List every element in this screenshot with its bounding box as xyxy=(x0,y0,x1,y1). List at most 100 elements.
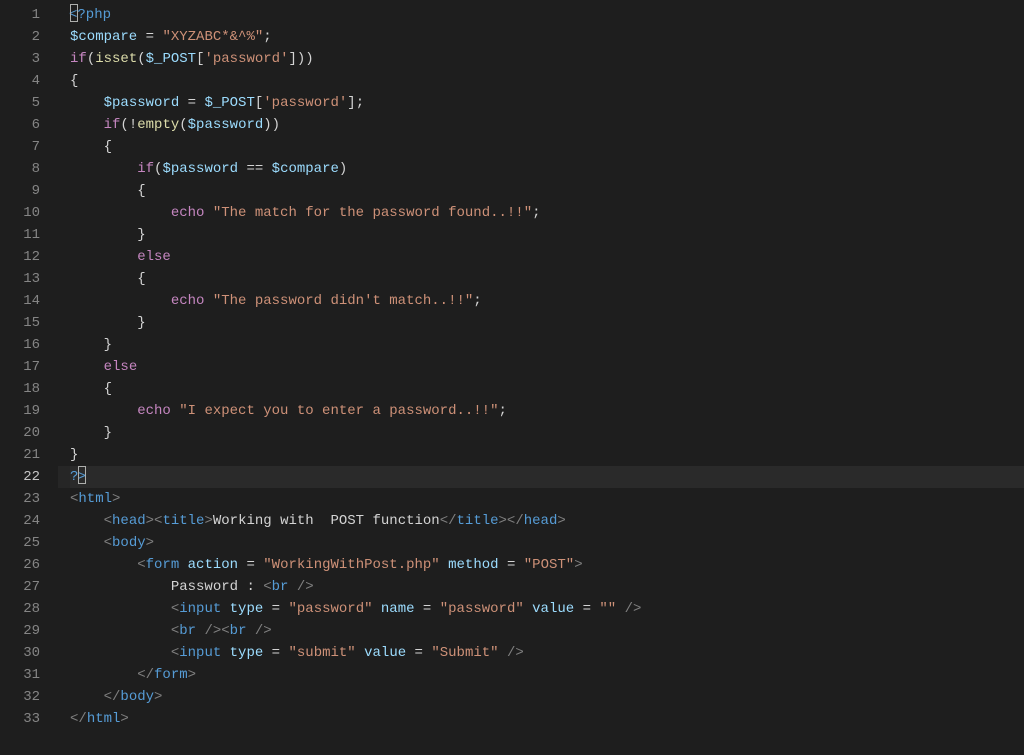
code-line[interactable]: </form> xyxy=(70,664,1024,686)
code-token: "The password didn't match..!!" xyxy=(213,293,473,309)
code-line[interactable]: <head><title>Working with POST function<… xyxy=(70,510,1024,532)
code-token xyxy=(179,557,187,573)
code-token: action xyxy=(188,557,238,573)
code-token: ?php xyxy=(77,7,111,23)
code-line[interactable]: } xyxy=(70,312,1024,334)
code-token: br xyxy=(230,623,247,639)
code-token: $password xyxy=(162,161,238,177)
code-line[interactable]: { xyxy=(70,180,1024,202)
code-token xyxy=(204,293,212,309)
code-token: "WorkingWithPost.php" xyxy=(263,557,439,573)
line-number: 4 xyxy=(0,70,40,92)
code-token: head xyxy=(112,513,146,529)
code-line[interactable]: <html> xyxy=(70,488,1024,510)
line-number: 20 xyxy=(0,422,40,444)
code-line[interactable]: echo "I expect you to enter a password..… xyxy=(70,400,1024,422)
code-line[interactable]: { xyxy=(70,268,1024,290)
code-token: { xyxy=(70,73,78,89)
line-number: 12 xyxy=(0,246,40,268)
code-line[interactable]: } xyxy=(70,224,1024,246)
line-number: 10 xyxy=(0,202,40,224)
code-editor-content[interactable]: <?php$compare = "XYZABC*&^%";if(isset($_… xyxy=(58,0,1024,755)
line-number: 11 xyxy=(0,224,40,246)
code-line[interactable]: { xyxy=(70,136,1024,158)
code-token: echo xyxy=(171,293,205,309)
code-token: />< xyxy=(204,623,229,639)
code-line[interactable]: </body> xyxy=(70,686,1024,708)
code-line[interactable]: { xyxy=(70,378,1024,400)
code-line[interactable]: <body> xyxy=(70,532,1024,554)
code-token: ; xyxy=(532,205,540,221)
code-line[interactable]: if($password == $compare) xyxy=(70,158,1024,180)
line-number: 24 xyxy=(0,510,40,532)
code-token: form xyxy=(146,557,180,573)
code-token: == xyxy=(238,161,272,177)
code-token: > xyxy=(120,711,128,727)
code-line[interactable]: $password = $_POST['password']; xyxy=(70,92,1024,114)
line-number: 31 xyxy=(0,664,40,686)
code-line[interactable]: echo "The match for the password found..… xyxy=(70,202,1024,224)
code-token: /> xyxy=(507,645,524,661)
line-number: 1 xyxy=(0,4,40,26)
line-number: 25 xyxy=(0,532,40,554)
code-token: { xyxy=(104,381,112,397)
code-token: < xyxy=(171,601,179,617)
code-token: } xyxy=(137,227,145,243)
code-token: $compare xyxy=(70,29,137,45)
code-token: = xyxy=(406,645,431,661)
code-token: "password" xyxy=(440,601,524,617)
code-line[interactable]: <input type = "password" name = "passwor… xyxy=(70,598,1024,620)
code-line[interactable]: else xyxy=(70,246,1024,268)
code-token: } xyxy=(104,337,112,353)
line-number: 30 xyxy=(0,642,40,664)
code-token: ]; xyxy=(347,95,364,111)
code-line[interactable]: <form action = "WorkingWithPost.php" met… xyxy=(70,554,1024,576)
code-line[interactable]: $compare = "XYZABC*&^%"; xyxy=(70,26,1024,48)
code-line[interactable]: } xyxy=(70,444,1024,466)
code-token: "POST" xyxy=(524,557,574,573)
code-token xyxy=(204,205,212,221)
code-token: (! xyxy=(120,117,137,133)
code-token: </ xyxy=(440,513,457,529)
code-token: "Submit" xyxy=(431,645,498,661)
code-token: > xyxy=(112,491,120,507)
code-line[interactable]: <?php xyxy=(70,4,1024,26)
code-token: if xyxy=(70,51,87,67)
line-number: 5 xyxy=(0,92,40,114)
code-token: > xyxy=(188,667,196,683)
code-token: "The match for the password found..!!" xyxy=(213,205,532,221)
code-token: = xyxy=(574,601,599,617)
code-line[interactable]: Password : <br /> xyxy=(70,576,1024,598)
code-token: ) xyxy=(339,161,347,177)
code-token: = xyxy=(238,557,263,573)
code-line[interactable]: </html> xyxy=(70,708,1024,730)
code-token: < xyxy=(263,579,271,595)
code-token: form xyxy=(154,667,188,683)
code-line[interactable]: } xyxy=(70,334,1024,356)
code-token: /> xyxy=(625,601,642,617)
code-line[interactable]: <br /><br /> xyxy=(70,620,1024,642)
code-line[interactable]: ?> xyxy=(70,466,1024,488)
code-line[interactable]: { xyxy=(70,70,1024,92)
code-line[interactable]: else xyxy=(70,356,1024,378)
code-line[interactable]: <input type = "submit" value = "Submit" … xyxy=(70,642,1024,664)
code-token: title xyxy=(457,513,499,529)
code-token: $compare xyxy=(272,161,339,177)
line-number: 26 xyxy=(0,554,40,576)
code-token: = xyxy=(263,645,288,661)
code-line[interactable]: echo "The password didn't match..!!"; xyxy=(70,290,1024,312)
code-line[interactable]: } xyxy=(70,422,1024,444)
code-token: ( xyxy=(137,51,145,67)
code-token: input xyxy=(179,645,221,661)
code-token: if xyxy=(104,117,121,133)
code-line[interactable]: if(isset($_POST['password'])) xyxy=(70,48,1024,70)
code-token: title xyxy=(162,513,204,529)
code-token: } xyxy=(104,425,112,441)
code-token: >< xyxy=(146,513,163,529)
code-token xyxy=(524,601,532,617)
line-number: 2 xyxy=(0,26,40,48)
cursor-indicator xyxy=(78,466,86,484)
code-token xyxy=(616,601,624,617)
code-line[interactable]: if(!empty($password)) xyxy=(70,114,1024,136)
code-token xyxy=(499,645,507,661)
